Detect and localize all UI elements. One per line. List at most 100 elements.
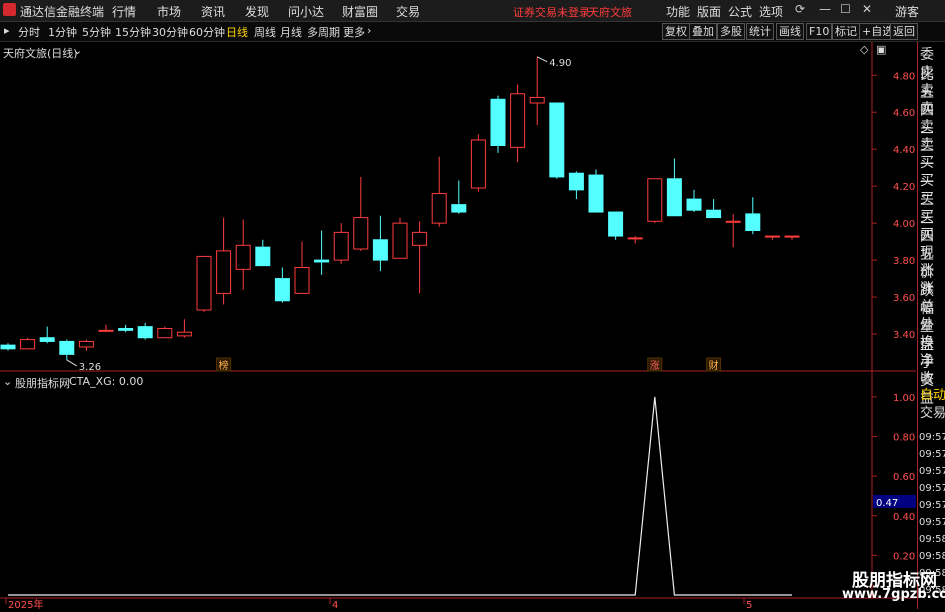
- indicator-tick-label: 0.60: [893, 472, 915, 483]
- candle-down: [39, 337, 55, 342]
- candle-down: [137, 326, 153, 339]
- price-tick-label: 3.80: [893, 256, 915, 267]
- menu-ask-xiaoda[interactable]: 问小达: [288, 3, 324, 20]
- watermark-url: www.7gpzb.com: [842, 587, 945, 602]
- minimize-icon[interactable]: —: [819, 2, 831, 16]
- period-monthly[interactable]: 月线: [280, 24, 302, 40]
- period-intraday[interactable]: 分时: [18, 24, 40, 40]
- candle-up: [412, 231, 428, 246]
- btn-overlay[interactable]: 叠加: [689, 23, 717, 40]
- period-15min[interactable]: 15分钟: [115, 24, 151, 40]
- high-pointer: [536, 56, 548, 63]
- candle-up: [725, 220, 741, 223]
- menu-news[interactable]: 资讯: [201, 3, 225, 20]
- quote-side-panel: 委比 卖五 卖四 卖三 卖二 卖一 买一 买二 买三 买四 买五 现价 涨跌 涨幅 总量 外盘 换手 净资 收益 自…: [917, 42, 945, 609]
- period-1min[interactable]: 1分钟: [48, 24, 77, 40]
- candle-down: [118, 327, 134, 331]
- price-tick-label: 4.40: [893, 145, 915, 156]
- menu-arrow-icon[interactable]: ▸: [4, 24, 10, 37]
- btn-f10[interactable]: F10: [806, 23, 833, 40]
- event-marker[interactable]: 榜: [219, 359, 229, 372]
- period-toolbar: ▸ 分时 1分钟 5分钟 15分钟 30分钟 60分钟 日线 周线 月线 多周期…: [0, 22, 945, 42]
- candle-down: [451, 204, 467, 213]
- tick-time: 09:57: [919, 500, 945, 511]
- price-tick-label: 4.60: [893, 108, 915, 119]
- x-axis-labels: 2025年 4 5: [5, 598, 752, 611]
- btn-multi-stock[interactable]: 多股: [717, 23, 745, 40]
- main-chart-title: 天府文旅(日线): [3, 47, 78, 60]
- candle-up: [176, 331, 192, 337]
- panel-expand-icon[interactable]: ▣: [876, 43, 886, 56]
- candle-up: [647, 178, 663, 222]
- indicator-current-value: 0.47: [876, 498, 898, 509]
- price-tick-label: 4.00: [893, 219, 915, 230]
- low-pointer: [66, 359, 78, 367]
- period-60min[interactable]: 60分钟: [189, 24, 225, 40]
- chevron-down-icon[interactable]: ⌄: [73, 44, 82, 57]
- menu-trade[interactable]: 交易: [396, 3, 420, 20]
- indicator-plot: [8, 396, 792, 596]
- indicator-tick-label: 1.00: [893, 393, 915, 404]
- diamond-icon[interactable]: ◇: [860, 43, 868, 56]
- period-multi[interactable]: 多周期: [307, 24, 340, 40]
- refresh-icon[interactable]: ⟳: [795, 2, 805, 16]
- candle-down: [549, 102, 565, 178]
- event-marker[interactable]: 涨: [650, 360, 660, 372]
- candle-down: [686, 198, 702, 211]
- candle-up: [470, 139, 486, 189]
- tick-time: 09:57: [919, 483, 945, 494]
- candle-up: [157, 327, 173, 339]
- candle-up: [784, 235, 800, 238]
- low-price-label: 3.26: [79, 362, 101, 373]
- candle-down: [745, 213, 761, 232]
- maximize-icon[interactable]: ☐: [840, 2, 851, 16]
- menu-wealth-circle[interactable]: 财富圈: [342, 3, 378, 20]
- indicator-formula: CTA_XG: 0.00: [69, 375, 144, 388]
- event-marker[interactable]: 财: [709, 359, 719, 372]
- btn-draw-line[interactable]: 画线: [776, 23, 804, 40]
- menu-options[interactable]: 选项: [759, 3, 783, 20]
- btn-back[interactable]: 返回: [890, 23, 918, 40]
- kline-chart[interactable]: 4.80 4.60 4.40 4.20 4.00 3.80 3.60 3.40 1.00 0.8…: [0, 42, 916, 611]
- candle-up: [510, 93, 526, 148]
- menu-function[interactable]: 功能: [666, 3, 690, 20]
- period-daily[interactable]: 日线: [226, 24, 248, 40]
- candle-down: [255, 246, 271, 267]
- candle-down: [490, 98, 506, 147]
- candle-up: [78, 340, 94, 348]
- candle-up: [235, 244, 251, 270]
- menu-market[interactable]: 市场: [157, 3, 181, 20]
- tick-time: 09:57: [919, 432, 945, 443]
- guest-login[interactable]: 游客: [895, 3, 919, 20]
- period-30min[interactable]: 30分钟: [152, 24, 188, 40]
- period-weekly[interactable]: 周线: [254, 24, 276, 40]
- period-more[interactable]: 更多: [343, 24, 365, 40]
- price-tick-label: 3.40: [893, 330, 915, 341]
- btn-statistics[interactable]: 统计: [746, 23, 774, 40]
- candle-down: [59, 340, 75, 355]
- login-notice[interactable]: 证券交易未登录: [513, 4, 590, 20]
- period-5min[interactable]: 5分钟: [82, 24, 111, 40]
- btn-restore-rights[interactable]: 复权: [662, 23, 690, 40]
- trade-label[interactable]: 交易: [920, 402, 945, 421]
- menu-layout[interactable]: 版面: [697, 3, 721, 20]
- auto-label[interactable]: 自动: [920, 384, 945, 403]
- menu-formula[interactable]: 公式: [728, 3, 752, 20]
- btn-mark[interactable]: 标记: [832, 23, 860, 40]
- candle-down: [314, 259, 330, 263]
- menu-quotes[interactable]: 行情: [112, 3, 136, 20]
- candle-down: [706, 209, 722, 219]
- indicator-settings-icon[interactable]: ⌄: [3, 375, 12, 388]
- candle-up: [294, 266, 310, 294]
- indicator-name: 股朋指标网: [15, 377, 70, 390]
- menu-discover[interactable]: 发现: [245, 3, 269, 20]
- chart-area[interactable]: 天府文旅(日线) ⌄ ◇ ▣ ⌄ 股朋指标网 CTA_XG: 0.00 4.80…: [0, 42, 916, 611]
- price-tick-label: 4.20: [893, 182, 915, 193]
- title-stock-name: 天府文旅: [588, 6, 632, 19]
- chevron-right-icon[interactable]: ›: [367, 24, 371, 37]
- tick-time: 09:57: [919, 517, 945, 528]
- close-icon[interactable]: ✕: [862, 2, 872, 16]
- x-tick-label: 2025年: [8, 598, 43, 609]
- candle-up: [216, 250, 232, 294]
- high-price-label: 4.90: [549, 58, 571, 69]
